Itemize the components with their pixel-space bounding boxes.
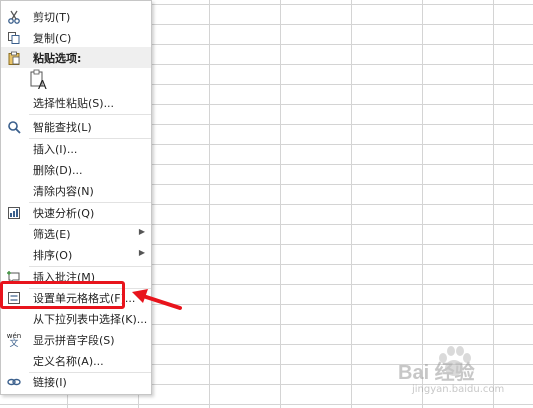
paste-options-header: 粘贴选项: [1,47,151,68]
menu-item-sort[interactable]: 排序(O) ▶ [1,244,151,265]
smart-lookup-icon [6,119,22,135]
menu-item-quick-analysis[interactable]: 快速分析(Q) [1,202,151,223]
menu-item-label: 智能查找(L) [33,121,92,134]
pinyin-glyph-bottom: 文 [9,339,19,349]
context-menu: 剪切(T) 复制(C) 粘贴选项: A 选择性粘贴(S)... 智能查找(L) … [0,0,152,395]
quick-analysis-icon [6,205,22,221]
menu-item-label: 筛选(E) [33,228,71,241]
submenu-arrow-icon: ▶ [138,248,145,257]
scissors-icon [6,9,22,25]
menu-item-label: 复制(C) [33,32,72,45]
paste-option-button[interactable]: A [29,69,51,93]
paste-glyph: A [38,77,47,92]
highlight-box [0,281,125,309]
pinyin-icon: wén 文 [6,332,22,349]
menu-item-paste-special[interactable]: 选择性粘贴(S)... [1,92,151,113]
annotation-arrow-icon [132,289,182,310]
copy-icon [6,30,22,46]
menu-item-label: 剪切(T) [33,11,71,24]
menu-item-label: 删除(D)... [33,164,83,177]
menu-item-clear-contents[interactable]: 清除内容(N) [1,180,151,201]
link-icon [6,374,22,390]
menu-item-label: 清除内容(N) [33,185,94,198]
watermark: Bai 经验 jingyan.baidu.com [392,344,527,399]
menu-item-insert[interactable]: 插入(I)... [1,138,151,159]
menu-item-show-phonetic[interactable]: wén 文 显示拼音字段(S) [1,329,151,350]
menu-item-link[interactable]: 链接(I) [1,371,151,392]
menu-item-delete[interactable]: 删除(D)... [1,159,151,180]
menu-item-pick-from-dropdown[interactable]: 从下拉列表中选择(K)... [1,308,151,329]
watermark-subtext: jingyan.baidu.com [412,384,505,395]
submenu-arrow-icon: ▶ [138,227,145,236]
menu-item-label: 选择性粘贴(S)... [33,97,115,110]
menu-item-label: 粘贴选项: [33,52,82,65]
menu-item-label: 从下拉列表中选择(K)... [33,313,148,326]
watermark-text: Bai 经验 [398,362,475,384]
menu-item-label: 显示拼音字段(S) [33,334,115,347]
clipboard-icon [6,50,22,66]
separator [29,114,151,115]
menu-item-label: 排序(O) [33,249,73,262]
menu-item-label: 链接(I) [33,376,67,389]
menu-item-label: 插入(I)... [33,143,78,156]
menu-item-smart-lookup[interactable]: 智能查找(L) [1,116,151,137]
menu-item-label: 快速分析(Q) [33,207,95,220]
menu-item-filter[interactable]: 筛选(E) ▶ [1,223,151,244]
menu-item-label: 定义名称(A)... [33,355,104,368]
menu-item-copy[interactable]: 复制(C) [1,27,151,48]
menu-item-cut[interactable]: 剪切(T) [1,6,151,27]
menu-item-define-name[interactable]: 定义名称(A)... [1,350,151,371]
